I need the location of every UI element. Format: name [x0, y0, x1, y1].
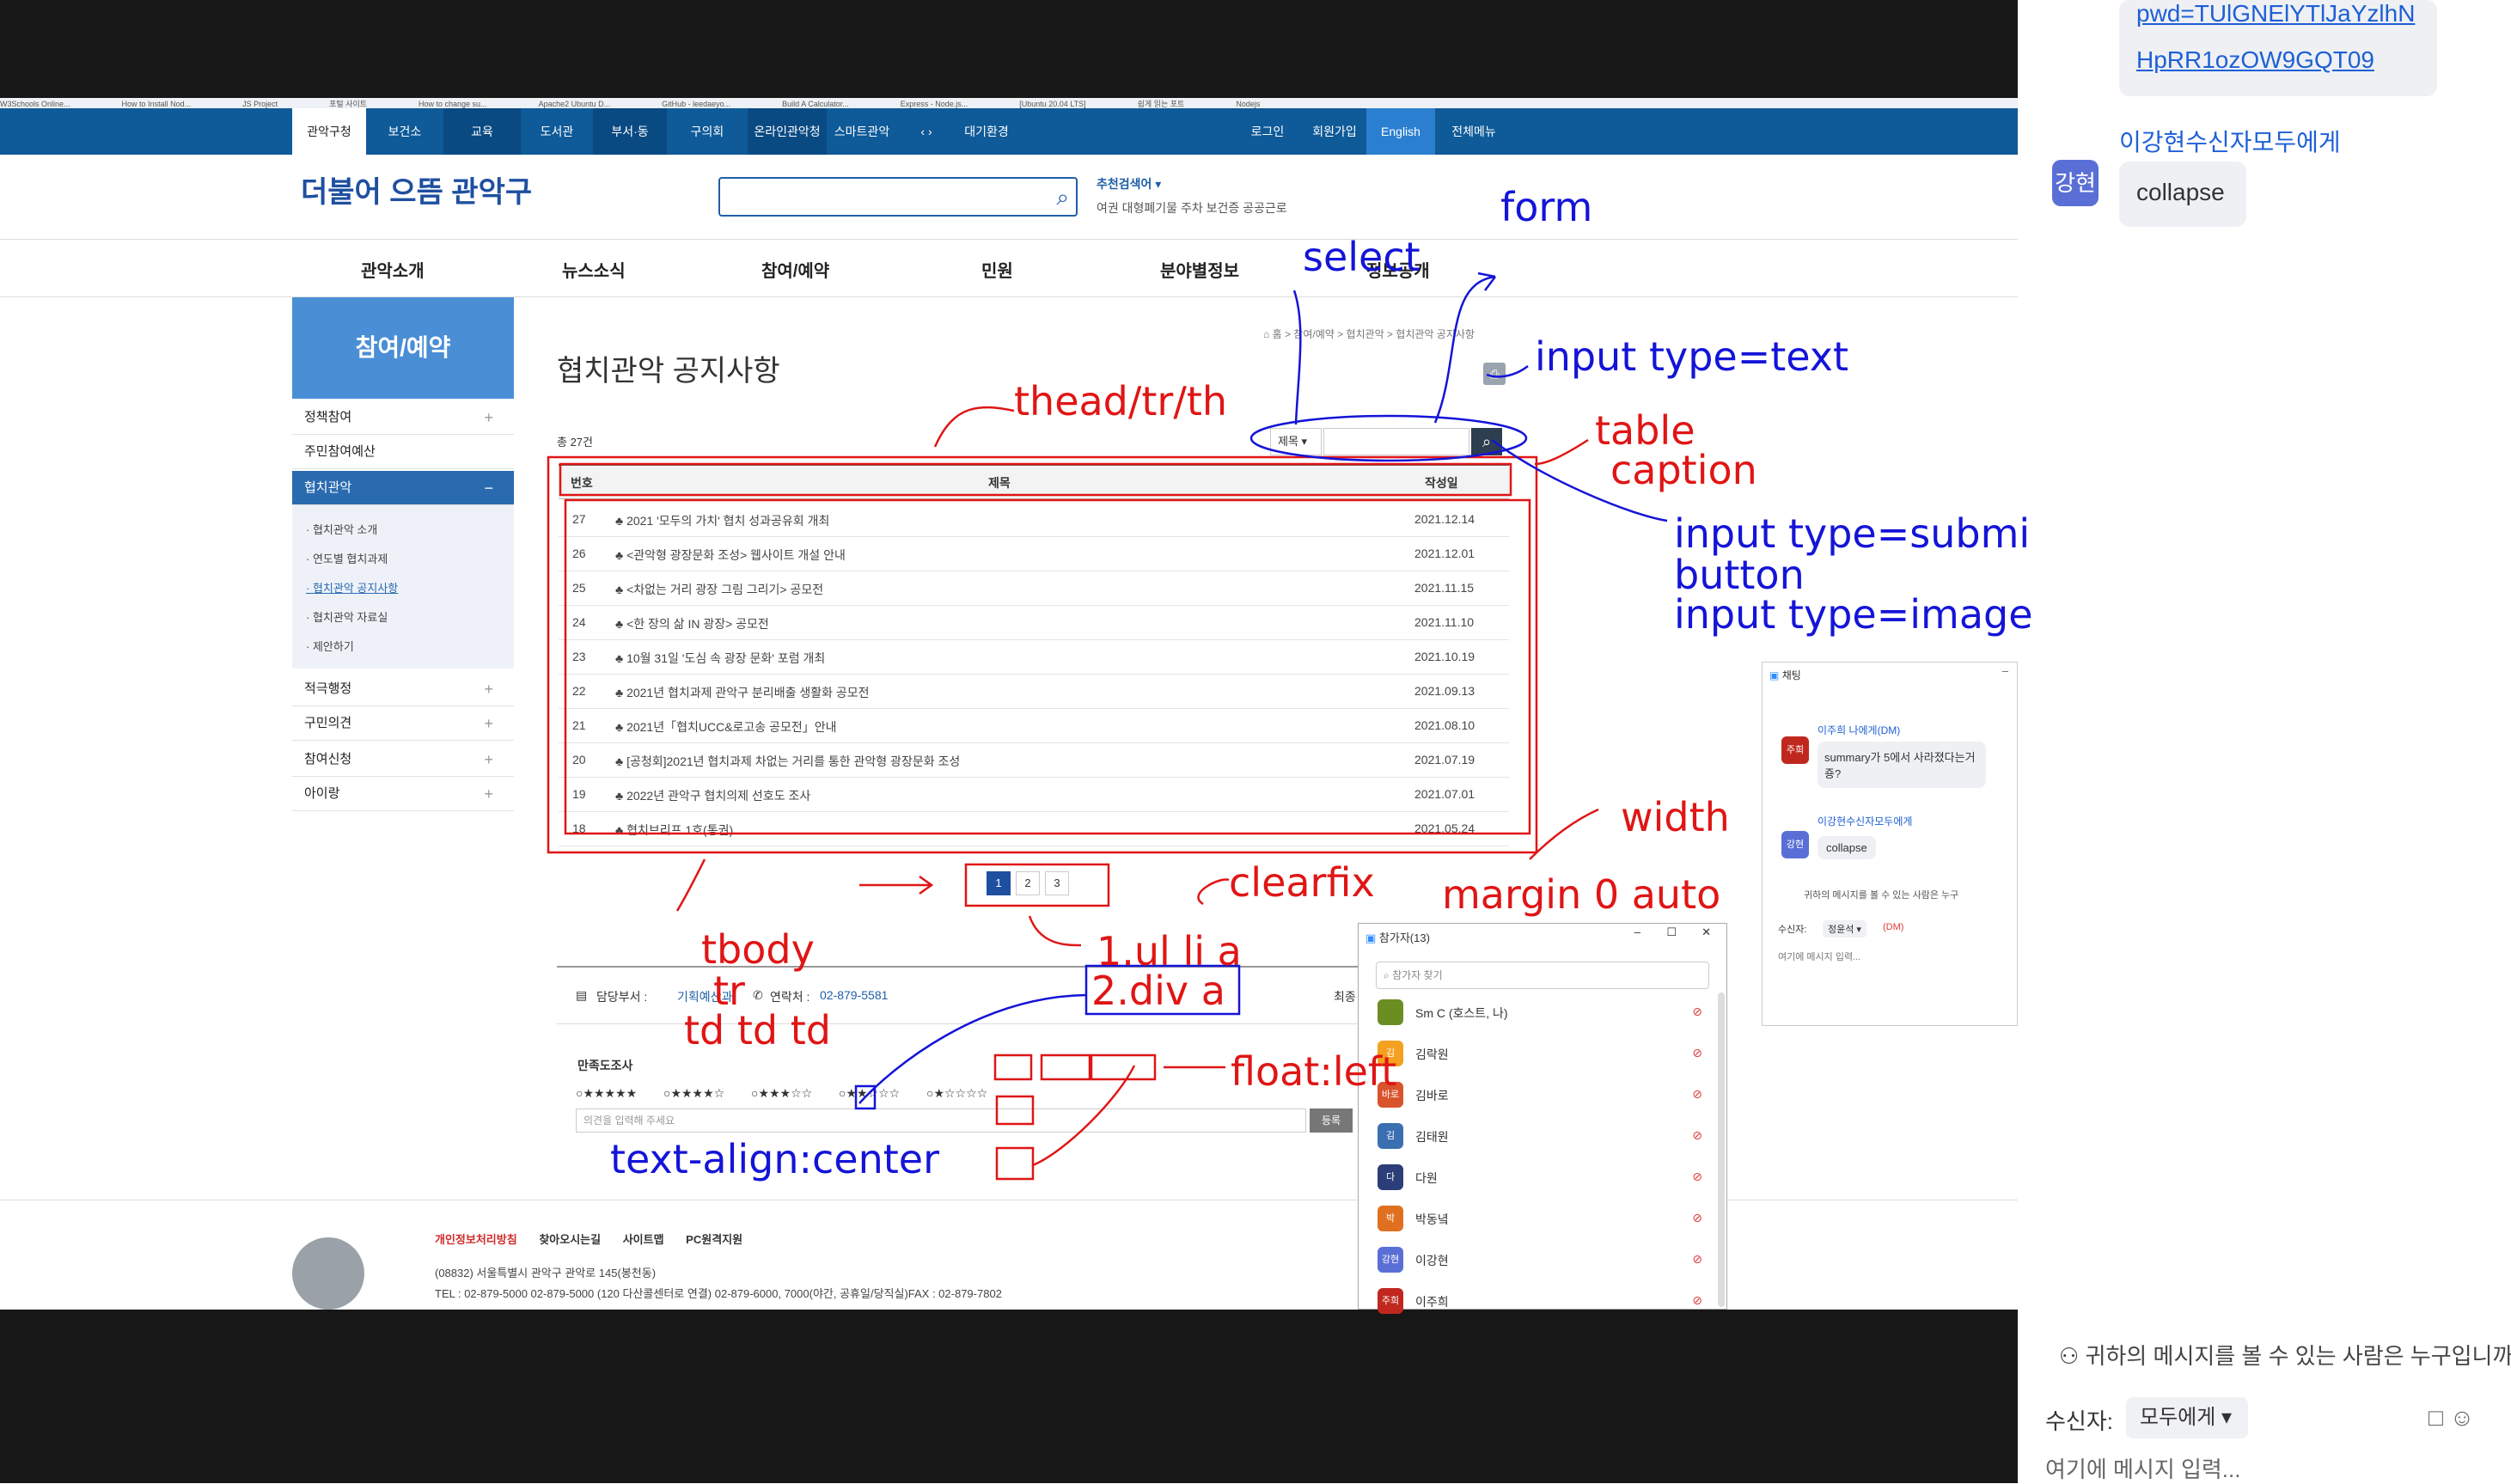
- form-ellipse: [1249, 414, 1528, 462]
- table-outline-outer: [547, 455, 1538, 854]
- annotation-submit: input type=submi: [1674, 510, 2031, 557]
- clearfix-arrow: [1197, 878, 1230, 906]
- thead-outline: [559, 462, 1512, 497]
- float-box-2: [1040, 1053, 1091, 1081]
- annotation-div: 2.div a: [1091, 968, 1225, 1014]
- tbody-arrow: [675, 858, 706, 912]
- annotation-tbody: tbody: [701, 926, 815, 973]
- annotation-select: select: [1303, 234, 1420, 280]
- select-arrow: [1292, 290, 1302, 425]
- annotation-textalign: text-align:center: [610, 1136, 939, 1182]
- annotation-form: form: [1500, 184, 1593, 230]
- width-arrow: [1529, 808, 1599, 860]
- annotation-td: td td td: [684, 1007, 831, 1053]
- inputtext-arrow: [1486, 365, 1529, 378]
- form-arrow: [1433, 275, 1496, 424]
- annotation-clearfix: clearfix: [1229, 859, 1375, 906]
- div-arrow: [858, 993, 1087, 1104]
- annotation-input-text: input type=text: [1535, 333, 1849, 380]
- annotation-overlay: [547, 272, 1668, 1181]
- annotation-caption: caption: [1610, 447, 1757, 493]
- annotation-float: float:left: [1231, 1048, 1397, 1095]
- float-box-1: [993, 1053, 1033, 1081]
- annotation-image: input type=image: [1674, 591, 2033, 638]
- annotation-width: width: [1621, 794, 1730, 840]
- pager-arrow: [859, 875, 934, 895]
- tbody-outline: [564, 498, 1531, 835]
- pager-outline: [964, 863, 1110, 907]
- annotation-thead: thead/tr/th: [1014, 378, 1228, 424]
- float-box-3: [1090, 1053, 1157, 1081]
- thead-arrow: [933, 406, 1015, 448]
- annotation-margin: margin 0 auto: [1442, 871, 1721, 918]
- table-arrow: [1534, 438, 1589, 466]
